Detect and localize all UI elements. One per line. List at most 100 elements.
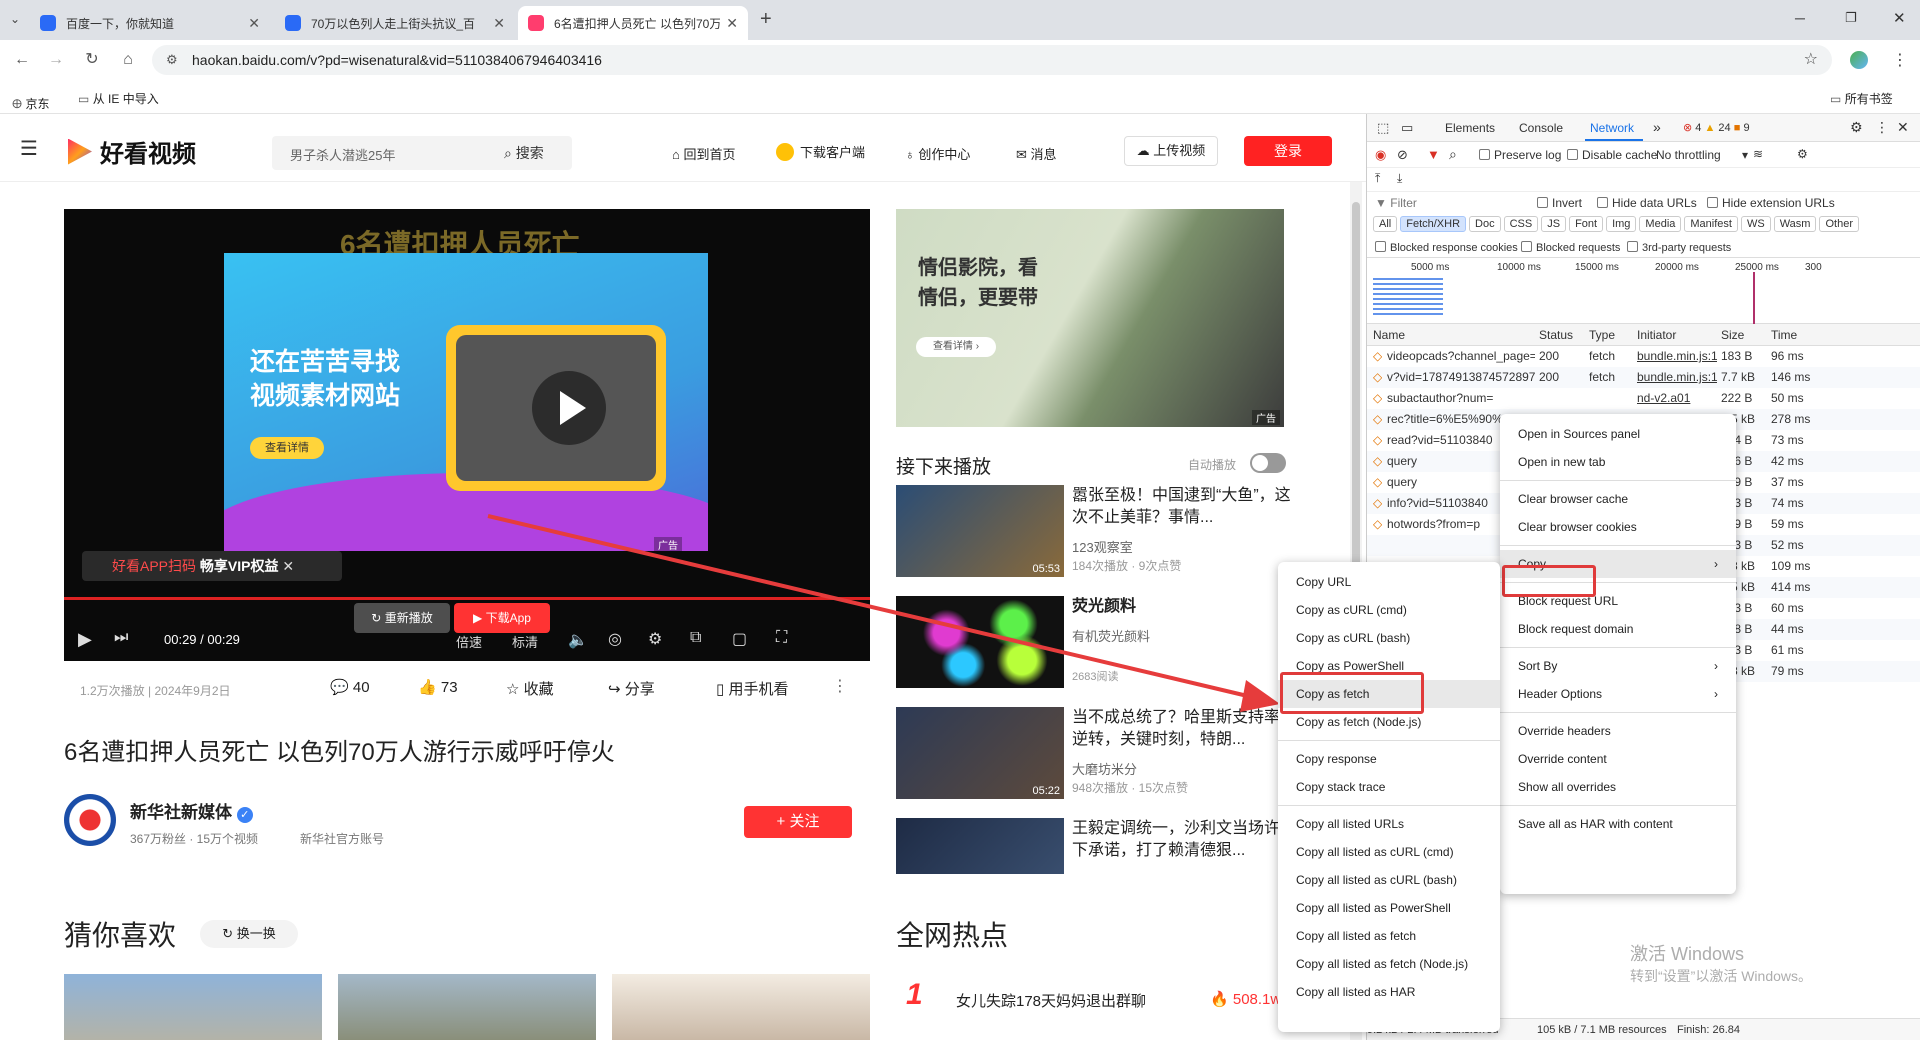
type-img[interactable]: Img (1606, 216, 1637, 232)
url-input[interactable]: ⚙ haokan.baidu.com/v?pd=wisenatural&vid=… (152, 45, 1832, 75)
menu-copy-curl-bash[interactable]: Copy as cURL (bash) (1278, 624, 1500, 652)
col-status[interactable]: Status (1539, 328, 1573, 342)
type-manifest[interactable]: Manifest (1684, 216, 1738, 232)
menu-override-content[interactable]: Override content (1500, 745, 1736, 773)
export-har-icon[interactable]: ⤓ (1397, 171, 1402, 186)
menu-copy-all-fetch[interactable]: Copy all listed as fetch (1278, 922, 1500, 950)
menu-open-new-tab[interactable]: Open in new tab (1500, 448, 1736, 476)
type-fetch-xhr[interactable]: Fetch/XHR (1400, 216, 1467, 232)
tab-protest[interactable]: 70万以色列人走上街头抗议_百 ✕ (275, 6, 515, 40)
clear-icon[interactable]: ⊘ (1397, 147, 1408, 163)
import-har-icon[interactable]: ⤒ (1375, 171, 1380, 186)
invert-checkbox[interactable]: Invert (1537, 196, 1582, 210)
menu-copy-response[interactable]: Copy response (1278, 745, 1500, 773)
blocked-requests-checkbox[interactable]: Blocked requests (1521, 241, 1620, 254)
network-timeline[interactable]: 5000 ms 10000 ms 15000 ms 20000 ms 25000… (1367, 258, 1920, 324)
col-initiator[interactable]: Initiator (1637, 328, 1676, 342)
network-settings-icon[interactable]: ⚙ (1797, 147, 1808, 161)
bookmark-ie-import[interactable]: ▭ 从 IE 中导入 (78, 90, 159, 107)
blocked-cookies-checkbox[interactable]: Blocked response cookies (1375, 241, 1518, 254)
type-css[interactable]: CSS (1503, 216, 1539, 232)
menu-copy-all-curl-bash[interactable]: Copy all listed as cURL (bash) (1278, 866, 1500, 894)
throttling-select[interactable]: No throttling ▾ (1656, 148, 1748, 162)
bookmark-jd[interactable]: 🜨 京东 (12, 90, 49, 115)
cell-initiator[interactable]: nd-v2.a01 (1637, 388, 1717, 409)
error-count[interactable]: ⊗ 4 ▲ 24 ■ 9 (1683, 121, 1750, 134)
cell-initiator[interactable]: bundle.min.js:17 (1637, 346, 1717, 367)
menu-show-overrides[interactable]: Show all overrides (1500, 773, 1736, 801)
table-row[interactable]: v?vid=178749138745728972... ◇ 200 fetch bund… (1367, 367, 1920, 388)
back-icon[interactable]: ← (12, 50, 32, 70)
menu-kebab-icon[interactable]: ⋮ (1892, 50, 1908, 70)
menu-copy-all-har[interactable]: Copy all listed as HAR (1278, 978, 1500, 1006)
menu-copy-url[interactable]: Copy URL (1278, 568, 1500, 596)
table-row[interactable]: videopcads?channel_page=p... ◇ 200 fetch bun… (1367, 346, 1920, 367)
tab-elements[interactable]: Elements (1445, 121, 1495, 135)
site-info-icon[interactable]: ⚙ (166, 45, 178, 75)
restore-icon[interactable]: ❐ (1845, 10, 1857, 26)
menu-copy-stack-trace[interactable]: Copy stack trace (1278, 773, 1500, 801)
close-icon[interactable]: ✕ (726, 15, 738, 32)
reload-icon[interactable]: ↻ (82, 50, 102, 70)
inspect-icon[interactable]: ⬚ (1377, 120, 1389, 136)
table-row[interactable]: subactauthor?num= ◇ nd-v2.a01 222 B 50 ms (1367, 388, 1920, 409)
col-name[interactable]: Name (1373, 328, 1405, 342)
menu-open-sources[interactable]: Open in Sources panel (1500, 420, 1736, 448)
menu-copy-curl-cmd[interactable]: Copy as cURL (cmd) (1278, 596, 1500, 624)
menu-copy-all-powershell[interactable]: Copy all listed as PowerShell (1278, 894, 1500, 922)
menu-clear-cache[interactable]: Clear browser cache (1500, 485, 1736, 513)
menu-block-domain[interactable]: Block request domain (1500, 615, 1736, 643)
tab-network[interactable]: Network (1590, 121, 1634, 135)
minimize-icon[interactable]: ─ (1795, 10, 1805, 26)
menu-copy-all-urls[interactable]: Copy all listed URLs (1278, 810, 1500, 838)
menu-sort-by[interactable]: Sort By › (1500, 652, 1736, 680)
hide-data-urls-checkbox[interactable]: Hide data URLs (1597, 196, 1697, 210)
menu-override-headers[interactable]: Override headers (1500, 717, 1736, 745)
record-icon[interactable]: ◉ (1375, 147, 1386, 163)
gear-icon[interactable]: ⚙ (1850, 119, 1863, 136)
type-font[interactable]: Font (1569, 216, 1604, 232)
new-tab-icon[interactable]: + (760, 8, 772, 31)
xhr-icon: ◇ (1373, 517, 1383, 531)
home-icon[interactable]: ⌂ (118, 50, 138, 70)
menu-copy-all-fetch-node[interactable]: Copy all listed as fetch (Node.js) (1278, 950, 1500, 978)
kebab-icon[interactable]: ⋮ (1875, 119, 1889, 136)
type-js[interactable]: JS (1541, 216, 1567, 232)
type-doc[interactable]: Doc (1469, 216, 1501, 232)
hide-ext-urls-checkbox[interactable]: Hide extension URLs (1707, 196, 1835, 210)
type-all[interactable]: All (1373, 216, 1398, 232)
col-size[interactable]: Size (1721, 328, 1744, 342)
close-icon[interactable]: ✕ (493, 15, 505, 32)
type-wasm[interactable]: Wasm (1773, 216, 1817, 232)
close-window-icon[interactable]: ✕ (1893, 9, 1906, 27)
third-party-checkbox[interactable]: 3rd-party requests (1627, 241, 1731, 254)
col-type[interactable]: Type (1589, 328, 1615, 342)
filter-icon[interactable]: ▼ (1427, 147, 1440, 162)
type-other[interactable]: Other (1819, 216, 1859, 232)
type-ws[interactable]: WS (1740, 216, 1771, 232)
preserve-log-checkbox[interactable]: Preserve log (1479, 148, 1561, 162)
cell-initiator[interactable]: bundle.min.js:17 (1637, 367, 1717, 388)
tab-baidu[interactable]: 百度一下，你就知道 ✕ (30, 6, 270, 40)
tab-haokan[interactable]: 6名遭扣押人员死亡 以色列70万 ✕ (518, 6, 748, 40)
menu-save-har[interactable]: Save all as HAR with content (1500, 810, 1736, 838)
tab-console[interactable]: Console (1519, 121, 1563, 135)
disable-cache-checkbox[interactable]: Disable cache (1567, 148, 1657, 162)
tab-list-icon[interactable]: ⌄ (10, 12, 20, 26)
forward-icon[interactable]: → (46, 50, 66, 70)
menu-copy-all-curl-cmd[interactable]: Copy all listed as cURL (cmd) (1278, 838, 1500, 866)
col-time[interactable]: Time (1771, 328, 1797, 342)
all-bookmarks[interactable]: ▭ 所有书签 (1830, 90, 1893, 107)
type-media[interactable]: Media (1639, 216, 1682, 232)
close-icon[interactable]: ✕ (1897, 119, 1909, 136)
close-icon[interactable]: ✕ (248, 15, 260, 32)
bookmark-star-icon[interactable]: ☆ (1804, 45, 1818, 75)
profile-avatar[interactable] (1850, 51, 1868, 69)
menu-clear-cookies[interactable]: Clear browser cookies (1500, 513, 1736, 541)
search-icon[interactable]: ⌕ (1449, 146, 1457, 163)
filter-input[interactable]: ▼ Filter (1375, 196, 1417, 210)
device-toggle-icon[interactable]: ▭ (1401, 120, 1413, 136)
more-tabs-icon[interactable]: » (1653, 119, 1661, 135)
wifi-icon[interactable]: ≋ (1753, 147, 1763, 161)
menu-header-options[interactable]: Header Options › (1500, 680, 1736, 708)
